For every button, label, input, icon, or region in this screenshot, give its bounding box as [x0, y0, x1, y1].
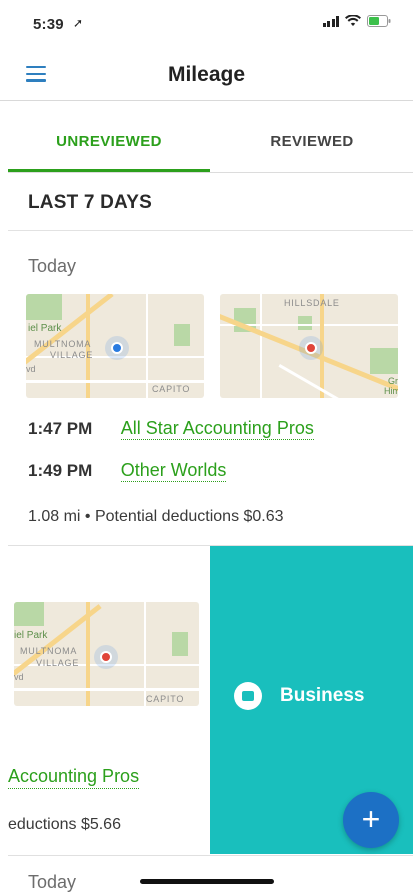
section-divider	[8, 230, 413, 231]
tab-unreviewed[interactable]: UNREVIEWED	[8, 112, 210, 172]
battery-icon	[367, 15, 391, 27]
navigation-bar: Mileage	[0, 48, 413, 101]
map-label: CAPITO	[152, 384, 191, 394]
map-label: iel Park	[28, 323, 62, 334]
review-tabs: UNREVIEWED REVIEWED	[8, 112, 413, 173]
map-label: vd	[26, 364, 36, 374]
add-trip-button[interactable]: +	[343, 792, 399, 848]
location-pin-icon	[305, 342, 317, 354]
map-label: Gr	[388, 376, 398, 386]
home-indicator[interactable]	[140, 879, 274, 884]
section-header-last-7-days: LAST 7 DAYS	[28, 192, 152, 213]
location-arrow-icon: ➚	[73, 16, 84, 30]
status-icons	[322, 15, 392, 27]
map-label: MULTNOMA	[34, 339, 92, 349]
trip-end-map[interactable]: HILLSDALE Gr Him	[220, 294, 398, 398]
trip-place-fragment[interactable]: Accounting Pros	[8, 766, 140, 789]
trip-end-time: 1:49 PM	[28, 461, 93, 480]
map-label: VILLAGE	[36, 658, 80, 668]
trip-summary-fragment: eductions $5.66	[8, 816, 121, 833]
map-label: VILLAGE	[50, 350, 94, 360]
trip-map[interactable]: iel Park MULTNOMA VILLAGE vd CAPITO	[14, 602, 199, 706]
status-bar: 5:39 ➚	[0, 0, 413, 44]
map-label: Him	[384, 386, 398, 396]
briefcase-icon	[234, 682, 262, 710]
tab-reviewed[interactable]: REVIEWED	[211, 112, 413, 172]
trip-end-row[interactable]: 1:49 PM Other Worlds	[28, 460, 227, 482]
map-label: MULTNOMA	[20, 646, 78, 656]
trip-summary: 1.08 mi • Potential deductions $0.63	[28, 508, 284, 525]
location-pin-icon	[100, 651, 112, 663]
map-label: vd	[14, 672, 24, 682]
page-title: Mileage	[167, 63, 246, 86]
trip-start-place[interactable]: All Star Accounting Pros	[120, 418, 314, 440]
trip-end-place[interactable]: Other Worlds	[120, 460, 227, 482]
status-time: 5:39	[33, 16, 64, 33]
map-label: iel Park	[14, 630, 48, 641]
trip-start-map[interactable]: iel Park MULTNOMA VILLAGE vd CAPITO	[26, 294, 204, 398]
signal-icon	[322, 15, 339, 27]
trip-start-time: 1:47 PM	[28, 419, 93, 438]
card-divider	[8, 855, 413, 856]
day-label-today: Today	[28, 256, 77, 276]
business-label: Business	[280, 685, 365, 706]
plus-icon: +	[361, 801, 381, 837]
wifi-icon	[345, 15, 361, 26]
map-label: HILLSDALE	[284, 298, 340, 308]
day-label-today-2: Today	[28, 872, 77, 892]
trip-start-row[interactable]: 1:47 PM All Star Accounting Pros	[28, 418, 314, 440]
location-pin-icon	[111, 342, 123, 354]
map-label: CAPITO	[146, 694, 185, 704]
